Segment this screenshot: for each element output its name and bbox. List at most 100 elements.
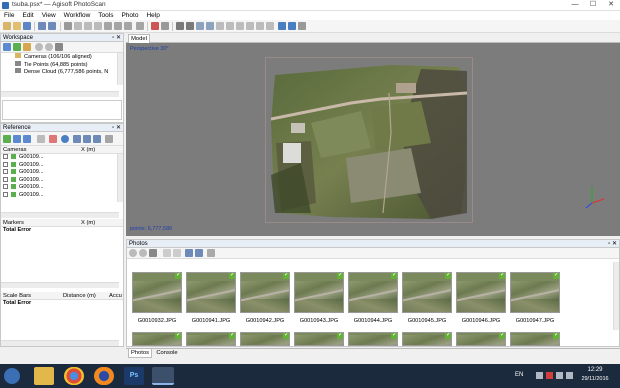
minimize-button[interactable]: — [566, 0, 584, 10]
photoscan-taskbar-icon[interactable] [152, 367, 174, 385]
tree-item-dense-cloud[interactable]: Dense Cloud (6,777,586 points, N [15, 68, 123, 76]
remove-icon[interactable] [55, 43, 63, 51]
photo-thumbnail[interactable]: ✓ [294, 332, 344, 346]
rotate-down-icon[interactable] [246, 22, 254, 30]
solid-icon[interactable] [206, 22, 214, 30]
cameras-hscrollbar[interactable] [1, 212, 119, 218]
photos-dock-buttons[interactable]: ▫ ✕ [608, 240, 617, 248]
crop-icon[interactable] [161, 22, 169, 30]
cameras-x-header[interactable]: X (m) [81, 146, 95, 154]
photo-thumbnail[interactable]: ✓ [456, 272, 506, 313]
scalebars-hscrollbar[interactable] [1, 340, 119, 346]
menu-file[interactable]: File [0, 11, 18, 20]
table-row[interactable]: G00109... [1, 192, 123, 200]
rotate-left-photos-icon[interactable] [163, 249, 171, 257]
photo-thumbnail[interactable]: ✓ [132, 332, 182, 346]
photo-thumbnail[interactable]: ✓ [294, 272, 344, 313]
reset-view-icon[interactable] [298, 22, 306, 30]
photo-thumbnail[interactable]: ✓ [456, 332, 506, 346]
menu-workflow[interactable]: Workflow [60, 11, 95, 20]
add-chunk-icon[interactable] [3, 43, 11, 51]
convert-icon[interactable] [23, 135, 31, 143]
cameras-scrollbar[interactable] [117, 154, 123, 202]
move-icon[interactable] [104, 22, 112, 30]
add-folder-icon[interactable] [23, 43, 31, 51]
settings-icon[interactable] [105, 135, 113, 143]
rotate-right-photos-icon[interactable] [173, 249, 181, 257]
panel-dock-buttons[interactable]: ▫ ✕ [112, 34, 121, 42]
photo-thumbnail[interactable]: ✓ [240, 332, 290, 346]
clear-icon[interactable] [37, 135, 45, 143]
close-button[interactable]: ✕ [602, 0, 620, 10]
rotate-left-icon[interactable] [216, 22, 224, 30]
photo-thumbnail[interactable]: ✓ [402, 272, 452, 313]
tab-photos[interactable]: Photos [128, 349, 152, 358]
info-icon[interactable] [61, 135, 69, 143]
photo-thumbnail[interactable]: ✓ [186, 332, 236, 346]
view-mode-icon[interactable] [207, 249, 215, 257]
photo-thumbnail[interactable]: ✓ [348, 332, 398, 346]
photo-thumbnail[interactable]: ✓ [510, 272, 560, 313]
rotate-up-icon[interactable] [236, 22, 244, 30]
enable-icon[interactable] [35, 43, 43, 51]
menu-view[interactable]: View [38, 11, 60, 20]
menu-edit[interactable]: Edit [18, 11, 37, 20]
tab-console[interactable]: Console [154, 349, 180, 358]
undo-icon[interactable] [38, 22, 46, 30]
table-row[interactable]: G00109... [1, 177, 123, 185]
scalebars-distance-header[interactable]: Distance (m) [63, 292, 96, 300]
markers-x-header[interactable]: X (m) [81, 219, 95, 227]
tree-item-tie-points[interactable]: Tie Points (64,885 points) [15, 60, 123, 69]
resize-region-icon[interactable] [114, 22, 122, 30]
disable-icon[interactable] [45, 43, 53, 51]
maximize-button[interactable]: ☐ [584, 0, 602, 10]
reset-filter-icon[interactable] [185, 249, 193, 257]
markers-header[interactable]: Markers [3, 219, 24, 227]
optimize-icon[interactable] [49, 135, 57, 143]
chrome-icon[interactable] [64, 367, 84, 385]
menu-photo[interactable]: Photo [117, 11, 142, 20]
zoom-out-icon[interactable] [266, 22, 274, 30]
view-estimated-icon[interactable] [83, 135, 91, 143]
firefox-icon[interactable] [94, 367, 114, 385]
view-source-icon[interactable] [73, 135, 81, 143]
scalebars-accuracy-header[interactable]: Accu [109, 292, 122, 300]
menu-tools[interactable]: Tools [94, 11, 117, 20]
import-icon[interactable] [3, 135, 11, 143]
delete-icon[interactable] [151, 22, 159, 30]
filter-by-selection-icon[interactable] [195, 249, 203, 257]
view-errors-icon[interactable] [93, 135, 101, 143]
redo-icon[interactable] [48, 22, 56, 30]
clock-time[interactable]: 12:29 [578, 367, 612, 373]
workspace-hscrollbar[interactable] [1, 91, 119, 97]
network-icon[interactable] [556, 372, 563, 379]
photos-scrollbar[interactable] [613, 262, 619, 330]
export-icon[interactable] [13, 135, 21, 143]
table-row[interactable]: G00109... [1, 184, 123, 192]
file-explorer-icon[interactable] [34, 367, 54, 385]
tree-item-cameras[interactable]: Cameras (106/106 aligned) [15, 53, 123, 61]
table-row[interactable]: G00109... [1, 162, 123, 170]
menu-help[interactable]: Help [142, 11, 163, 20]
camera-view-icon[interactable] [278, 22, 286, 30]
new-icon[interactable] [3, 22, 11, 30]
photo-thumbnail[interactable]: ✓ [132, 272, 182, 313]
mesh-icon[interactable] [196, 22, 204, 30]
save-icon[interactable] [23, 22, 31, 30]
photo-thumbnail[interactable]: ✓ [510, 332, 560, 346]
language-indicator[interactable]: EN [515, 372, 523, 378]
alert-icon[interactable] [546, 372, 553, 379]
zoom-in-icon[interactable] [256, 22, 264, 30]
clock-date[interactable]: 29/11/2016 [578, 376, 612, 382]
free-select-icon[interactable] [94, 22, 102, 30]
cameras-header[interactable]: Cameras [3, 146, 27, 154]
reference-dock-buttons[interactable]: ▫ ✕ [112, 124, 121, 132]
points-icon[interactable] [176, 22, 184, 30]
disable-photos-icon[interactable] [139, 249, 147, 257]
markers-hscrollbar[interactable] [1, 282, 119, 288]
perspective-icon[interactable] [288, 22, 296, 30]
photo-thumbnail[interactable]: ✓ [348, 272, 398, 313]
table-row[interactable]: G00109... [1, 169, 123, 177]
rotate-region-icon[interactable] [124, 22, 132, 30]
enable-photos-icon[interactable] [129, 249, 137, 257]
